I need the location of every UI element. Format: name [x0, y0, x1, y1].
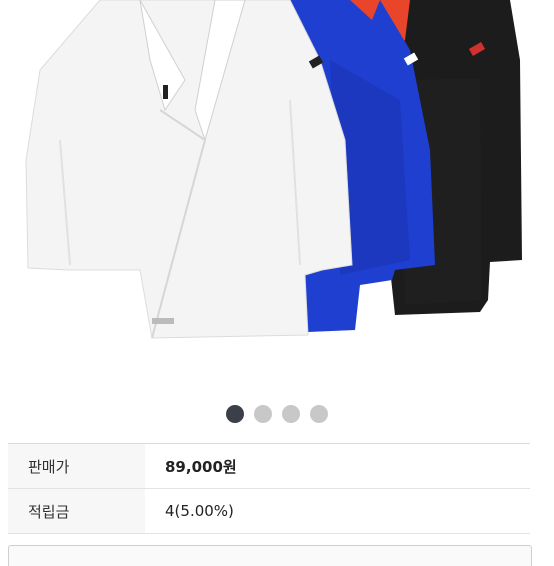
points-value: 4(5.00%) [165, 502, 234, 520]
price-row: 판매가 89,000원 [8, 444, 530, 489]
carousel-dot-3[interactable] [282, 405, 300, 423]
carousel-dot-4[interactable] [310, 405, 328, 423]
product-image[interactable] [0, 0, 554, 392]
carousel-indicators [0, 405, 554, 425]
gi-jackets-illustration [25, 0, 522, 339]
price-value: 89,000원 [165, 457, 237, 476]
option-select[interactable] [8, 545, 532, 566]
product-info-table: 판매가 89,000원 적립금 4(5.00%) [8, 443, 530, 534]
carousel-dot-1[interactable] [226, 405, 244, 423]
points-label: 적립금 [8, 489, 145, 533]
white-gi [25, 0, 353, 339]
carousel-dot-2[interactable] [254, 405, 272, 423]
price-label: 판매가 [8, 444, 145, 488]
points-row: 적립금 4(5.00%) [8, 489, 530, 534]
